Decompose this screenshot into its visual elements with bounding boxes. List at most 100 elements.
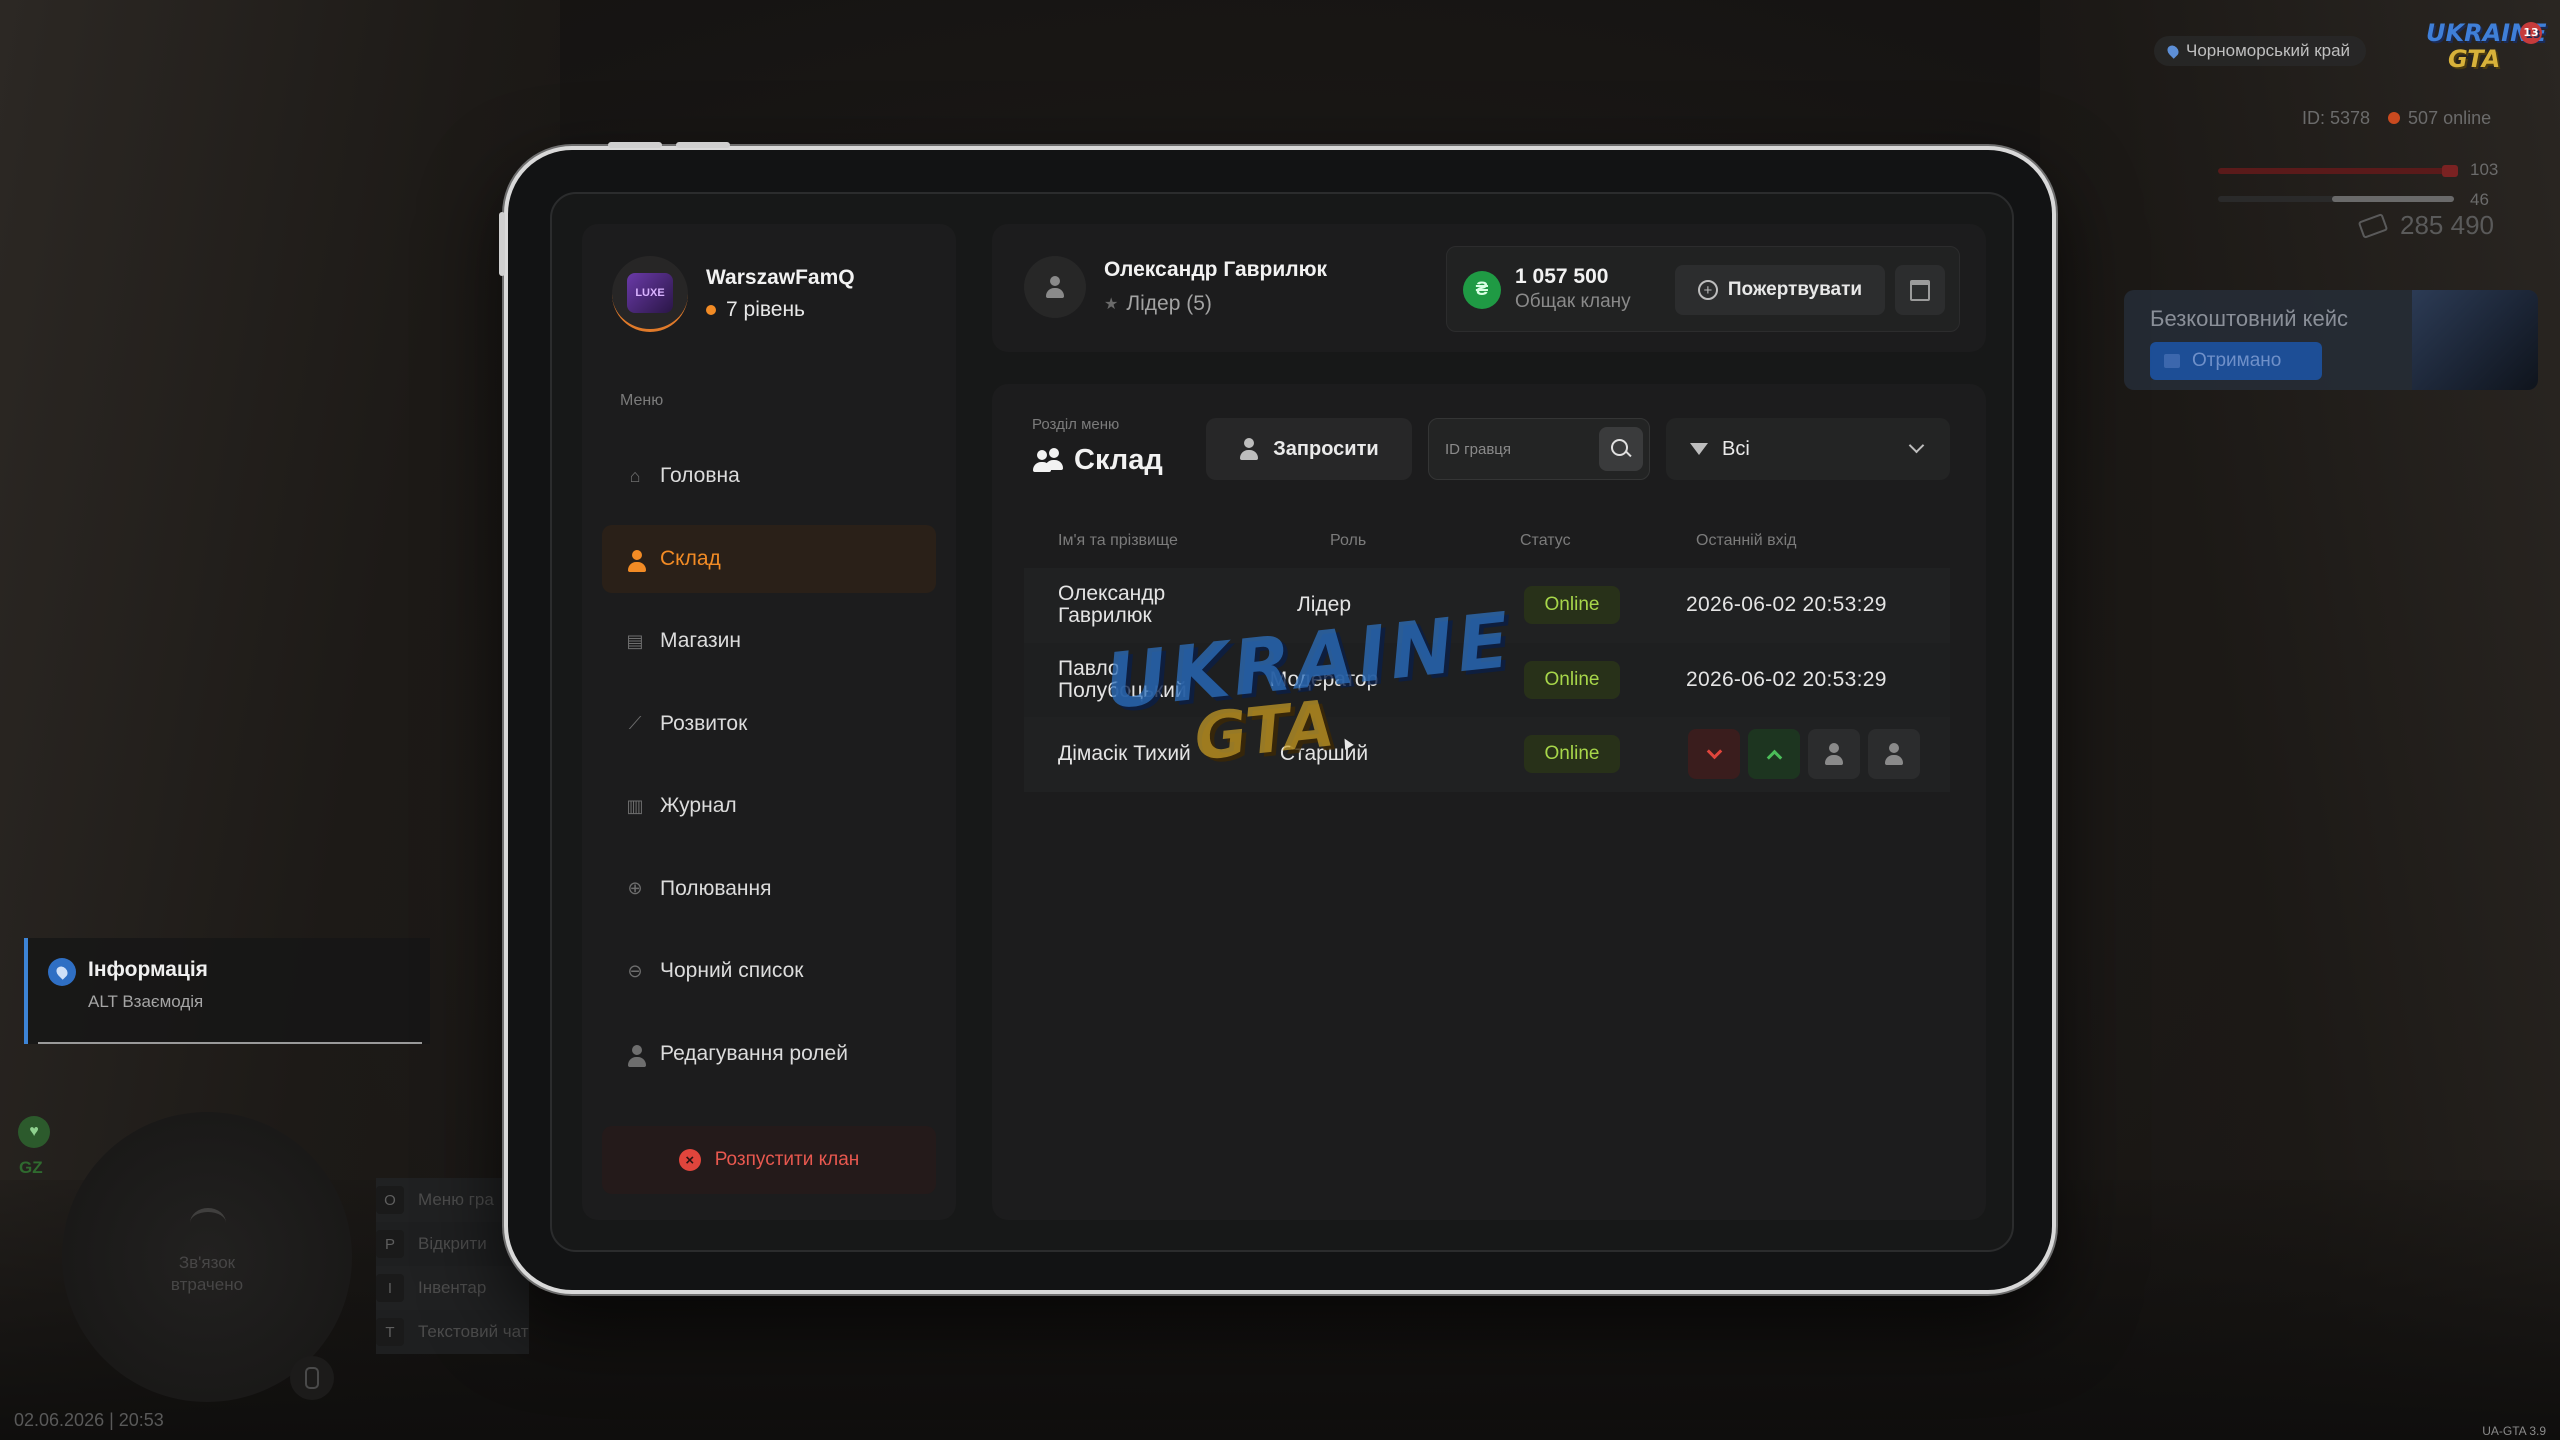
keybind-row: T Текстовий чат — [376, 1310, 529, 1354]
sidebar-item-label: Журнал — [660, 794, 737, 817]
member-name: Олександр Гаврилюк — [1058, 582, 1166, 628]
member-name: Дімасік Тихий — [1058, 742, 1191, 766]
user-remove-icon — [1824, 743, 1844, 765]
current-user: Олександр Гаврилюк ★ Лідер (5) — [1024, 256, 1327, 318]
search-input[interactable] — [1445, 419, 1595, 479]
user-icon — [1045, 276, 1065, 298]
server-badge: Чорноморський край — [2154, 36, 2367, 66]
sidebar-item-hunting[interactable]: ⊕ Полювання — [602, 855, 936, 923]
clan-bank: ₴ 1 057 500 Общак клану + Пожертвувати — [1446, 246, 1960, 332]
invite-button[interactable]: Запросити — [1206, 418, 1412, 480]
money-display: 285 490 — [2357, 210, 2494, 241]
table-row[interactable]: Павло Полубоцький Модератор Online 2026-… — [1024, 642, 1950, 717]
header-card: Олександр Гаврилюк ★ Лідер (5) ₴ 1 057 50… — [992, 224, 1986, 352]
tablet-button — [676, 142, 730, 148]
member-last-login: 2026-06-02 20:53:29 — [1686, 593, 1887, 617]
minimap-message: Зв'язок втрачено — [170, 1253, 244, 1294]
block-icon: ⊖ — [627, 960, 643, 981]
chevron-up-icon — [1766, 749, 1782, 765]
sidebar-item-home[interactable]: ⌂ Головна — [602, 442, 936, 510]
user-plus-icon — [1239, 438, 1259, 460]
logo-line2: GTA — [2448, 45, 2501, 73]
clan-level: 7 рівень — [706, 298, 855, 322]
menu-caption: Меню — [620, 392, 664, 409]
sidebar-item-role-editor[interactable]: Редагування ролей — [602, 1020, 936, 1088]
keybind-row: I Інвентар — [376, 1266, 529, 1310]
home-icon: ⌂ — [629, 465, 641, 486]
section-caption: Розділ меню — [1032, 416, 1120, 433]
armor-value: 46 — [2470, 190, 2489, 209]
crosshair-icon: ⊕ — [627, 878, 643, 898]
promote-button[interactable] — [1748, 729, 1800, 779]
user-avatar — [1024, 256, 1086, 318]
star-icon: ★ — [1104, 296, 1119, 313]
sidebar-item-roster[interactable]: Склад — [602, 524, 936, 593]
health-bar — [2218, 168, 2454, 174]
roster-panel: Розділ меню Склад Запросити Всі Ім'я та … — [992, 384, 1986, 1220]
member-role: Модератор — [1269, 667, 1379, 691]
table-row[interactable]: Олександр Гаврилюк Лідер Online 2026-06-… — [1024, 568, 1950, 643]
donate-label: Пожертвувати — [1727, 279, 1863, 300]
user-name: Олександр Гаврилюк — [1104, 258, 1328, 281]
users-icon — [1032, 447, 1063, 474]
status-badge: Online — [1524, 660, 1620, 699]
datetime: 02.06.2026 | 20:53 — [14, 1410, 164, 1430]
role-filter-select[interactable]: Всі — [1666, 418, 1950, 480]
game-logo: UKRAINE GTA 13 — [2426, 20, 2547, 78]
microphone-icon — [290, 1356, 334, 1400]
player-stats: ID: 5378 507 online — [2302, 108, 2491, 129]
bank-history-button[interactable] — [1895, 265, 1945, 315]
chevron-down-icon — [1908, 437, 1925, 454]
tablet-screen: LUXE WarszawFamQ 7 рівень Меню ⌂ Головна… — [550, 192, 2014, 1252]
free-case-button[interactable]: Отримано — [2150, 342, 2322, 380]
demote-button[interactable] — [1688, 729, 1740, 779]
sidebar-item-label: Головна — [660, 464, 740, 487]
sidebar-item-shop[interactable]: ▤ Магазин — [602, 607, 936, 675]
kick-member-button[interactable] — [1808, 729, 1860, 779]
user-add-icon — [1884, 743, 1904, 765]
search-icon[interactable] — [1599, 427, 1643, 471]
sidebar-item-development[interactable]: ⟋ Розвиток — [602, 690, 936, 758]
column-name: Ім'я та прізвище — [1058, 532, 1178, 549]
free-case-status: Отримано — [2192, 350, 2282, 371]
bank-amount: 1 057 500 — [1515, 265, 1609, 288]
assign-role-button[interactable] — [1868, 729, 1920, 779]
level-dot-icon — [706, 305, 716, 315]
no-signal-icon — [190, 1208, 226, 1238]
free-case-card[interactable]: Безкоштовний кейс Отримано — [2124, 290, 2538, 390]
sidebar-item-journal[interactable]: ▥ Журнал — [602, 772, 936, 840]
column-role: Роль — [1330, 532, 1367, 549]
member-name: Павло Полубоцький — [1058, 656, 1187, 702]
shop-icon: ▤ — [626, 630, 644, 651]
disband-clan-button[interactable]: × Розпустити клан — [602, 1126, 936, 1194]
sidebar-item-label: Розвиток — [660, 711, 748, 735]
clan-avatar-image: LUXE — [627, 272, 673, 313]
sidebar-item-label: Полювання — [660, 876, 772, 900]
hryvnia-coin-icon: ₴ — [1463, 271, 1501, 309]
sidebar: LUXE WarszawFamQ 7 рівень Меню ⌂ Головна… — [582, 224, 956, 1220]
page-title: Склад — [1032, 444, 1163, 477]
sidebar-item-label: Магазин — [660, 629, 742, 652]
gz-heart-icon: ♥ — [18, 1116, 50, 1148]
chevron-down-icon — [1706, 743, 1722, 759]
member-role: Старший — [1279, 742, 1369, 766]
money-value: 285 490 — [2400, 210, 2494, 240]
table-row[interactable]: Дімасік Тихий Старший Online — [1024, 717, 1950, 792]
chart-icon: ⟋ — [628, 713, 642, 733]
tablet-side-button — [499, 212, 505, 276]
tablet-frame: LUXE WarszawFamQ 7 рівень Меню ⌂ Головна… — [499, 142, 2056, 1294]
donate-button[interactable]: + Пожертвувати — [1675, 265, 1885, 315]
status-badge: Online — [1524, 586, 1620, 624]
status-badge: Online — [1524, 735, 1620, 773]
clan-profile: LUXE WarszawFamQ 7 рівень — [612, 256, 855, 332]
info-notification: Інформація ALT Взаємодія — [24, 938, 430, 1044]
column-last-login: Останній вхід — [1696, 532, 1797, 549]
sidebar-item-label: Чорний список — [660, 959, 804, 982]
player-id: ID: 5378 — [2302, 108, 2371, 128]
users-icon — [624, 548, 646, 572]
online-count: 507 online — [2388, 108, 2491, 129]
gz-label: GZ — [19, 1158, 43, 1177]
sidebar-item-blacklist[interactable]: ⊖ Чорний список — [602, 937, 936, 1005]
sidebar-menu: ⌂ Головна Склад ▤ Магазин ⟋ Розвиток ▥ Ж… — [602, 442, 936, 1102]
book-icon: ▥ — [626, 795, 644, 816]
